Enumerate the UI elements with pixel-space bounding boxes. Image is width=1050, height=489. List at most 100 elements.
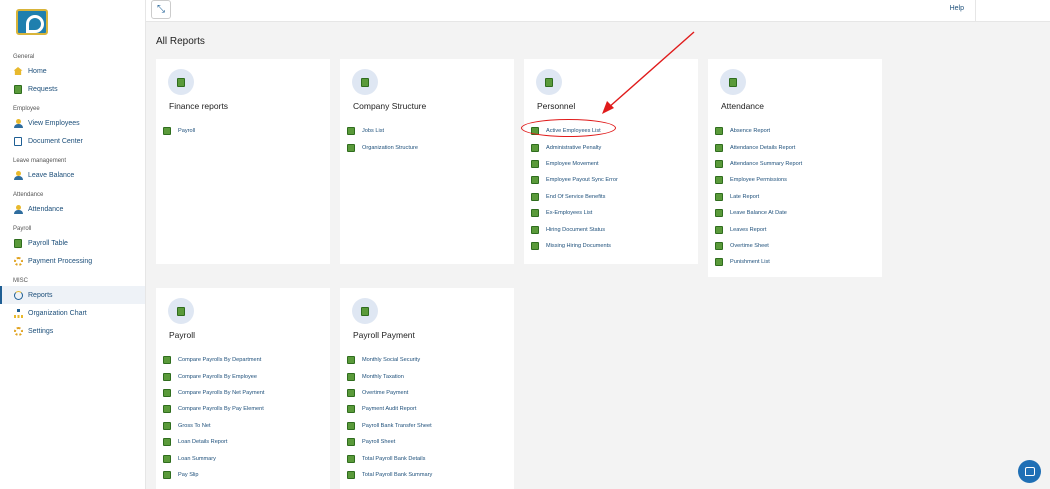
table-icon [13,238,23,248]
report-link[interactable]: Employee Movement [531,156,618,172]
report-link[interactable]: Payroll Bank Transfer Sheet [347,418,432,434]
help-link[interactable]: Help [950,5,964,12]
sidebar-item-label: Document Center [28,137,83,145]
report-card-payroll-payment: Payroll Payment Monthly Social Security … [340,288,514,489]
report-link-label: Employee Movement [546,160,599,167]
report-icon [715,225,723,234]
attendance-icon [13,204,23,214]
sidebar-item-home[interactable]: Home [0,62,145,80]
divider [975,0,976,22]
id-card-icon [13,136,23,146]
company-logo[interactable] [16,9,48,35]
report-link[interactable]: Attendance Summary Report [715,156,802,172]
report-icon [347,127,355,136]
report-link-label: Gross To Net [178,422,211,429]
report-link-label: Ex-Employees List [546,210,593,217]
report-link[interactable]: Missing Hiring Documents [531,238,618,254]
report-link[interactable]: Compare Payrolls By Net Payment [163,385,264,401]
report-link[interactable]: Total Payroll Bank Details [347,450,432,466]
report-link[interactable]: Employee Permissions [715,172,802,188]
section-label-employee: Employee [13,106,40,112]
report-list: Compare Payrolls By Department Compare P… [163,352,264,483]
sidebar-item-view-employees[interactable]: View Employees [0,114,145,132]
report-icon [531,209,539,218]
report-link[interactable]: Monthly Taxation [347,368,432,384]
report-list: Jobs List Organization Structure [347,123,418,156]
report-icon [163,356,171,365]
report-link[interactable]: Monthly Social Security [347,352,432,368]
sidebar-item-label: Reports [28,291,53,299]
report-link[interactable]: Loan Details Report [163,434,264,450]
report-link[interactable]: Total Payroll Bank Summary [347,467,432,483]
sidebar-item-leave-balance[interactable]: Leave Balance [0,166,145,184]
sidebar-item-payment-processing[interactable]: Payment Processing [0,252,145,270]
sidebar-item-settings[interactable]: Settings [0,322,145,340]
collapse-arrows-icon: ⤡ [157,4,165,15]
report-link[interactable]: Hiring Document Status [531,221,618,237]
report-link[interactable]: End Of Service Benefits [531,189,618,205]
report-link[interactable]: Pay Slip [163,467,264,483]
report-link-label: Missing Hiring Documents [546,242,611,249]
sidebar-item-document-center[interactable]: Document Center [0,132,145,150]
sidebar-item-attendance[interactable]: Attendance [0,200,145,218]
chat-support-button[interactable] [1018,460,1041,483]
report-link[interactable]: Late Report [715,189,802,205]
report-icon [715,143,723,152]
report-link-label: Loan Summary [178,455,216,462]
report-link-label: Late Report [730,193,760,200]
report-icon [531,176,539,185]
page-title: All Reports [156,36,205,47]
report-link-label: Punishment List [730,259,770,266]
report-link[interactable]: Payroll [163,123,195,139]
home-icon [13,66,23,76]
report-link[interactable]: Compare Payrolls By Pay Element [163,401,264,417]
report-icon [163,438,171,447]
report-link[interactable]: Administrative Penalty [531,139,618,155]
report-link-label: Employee Payout Sync Error [546,177,618,184]
report-icon [715,176,723,185]
report-link[interactable]: Absence Report [715,123,802,139]
sidebar-item-payroll-table[interactable]: Payroll Table [0,234,145,252]
report-icon [347,421,355,430]
report-link-label: Absence Report [730,128,771,135]
report-icon [715,241,723,250]
pie-chart-icon [13,290,23,300]
report-link[interactable]: Attendance Details Report [715,139,802,155]
report-link-active-employees[interactable]: Active Employees List [531,123,618,139]
card-title: Attendance [721,101,765,111]
sidebar-item-label: Requests [28,85,58,93]
report-icon [347,438,355,447]
report-icon [163,388,171,397]
report-link-label: Overtime Payment [362,389,409,396]
report-link-label: Payment Audit Report [362,406,417,413]
report-link[interactable]: Ex-Employees List [531,205,618,221]
org-chart-icon [13,308,23,318]
report-link[interactable]: Jobs List [347,123,418,139]
report-icon [347,143,355,152]
report-link[interactable]: Payroll Sheet [347,434,432,450]
report-link[interactable]: Punishment List [715,254,802,270]
report-link[interactable]: Overtime Payment [347,385,432,401]
report-icon [163,405,171,414]
report-icon [715,192,723,201]
report-link[interactable]: Organization Structure [347,139,418,155]
sidebar-item-label: Payroll Table [28,239,68,247]
report-link-label: Compare Payrolls By Pay Element [178,406,264,413]
sidebar-item-requests[interactable]: Requests [0,80,145,98]
report-link[interactable]: Leaves Report [715,221,802,237]
report-link[interactable]: Gross To Net [163,418,264,434]
leave-icon [13,170,23,180]
sidebar-item-label: Attendance [28,205,64,213]
card-title: Finance reports [169,101,229,111]
report-link[interactable]: Employee Payout Sync Error [531,172,618,188]
report-link[interactable]: Payment Audit Report [347,401,432,417]
sidebar-toggle-button[interactable]: ⤡ [151,0,171,19]
report-link[interactable]: Compare Payrolls By Department [163,352,264,368]
report-link[interactable]: Overtime Sheet [715,238,802,254]
report-link[interactable]: Compare Payrolls By Employee [163,368,264,384]
sidebar-item-reports[interactable]: Reports [0,286,145,304]
report-link[interactable]: Loan Summary [163,450,264,466]
report-link[interactable]: Leave Balance At Date [715,205,802,221]
report-link-label: Leave Balance At Date [730,210,787,217]
sidebar-item-organization-chart[interactable]: Organization Chart [0,304,145,322]
